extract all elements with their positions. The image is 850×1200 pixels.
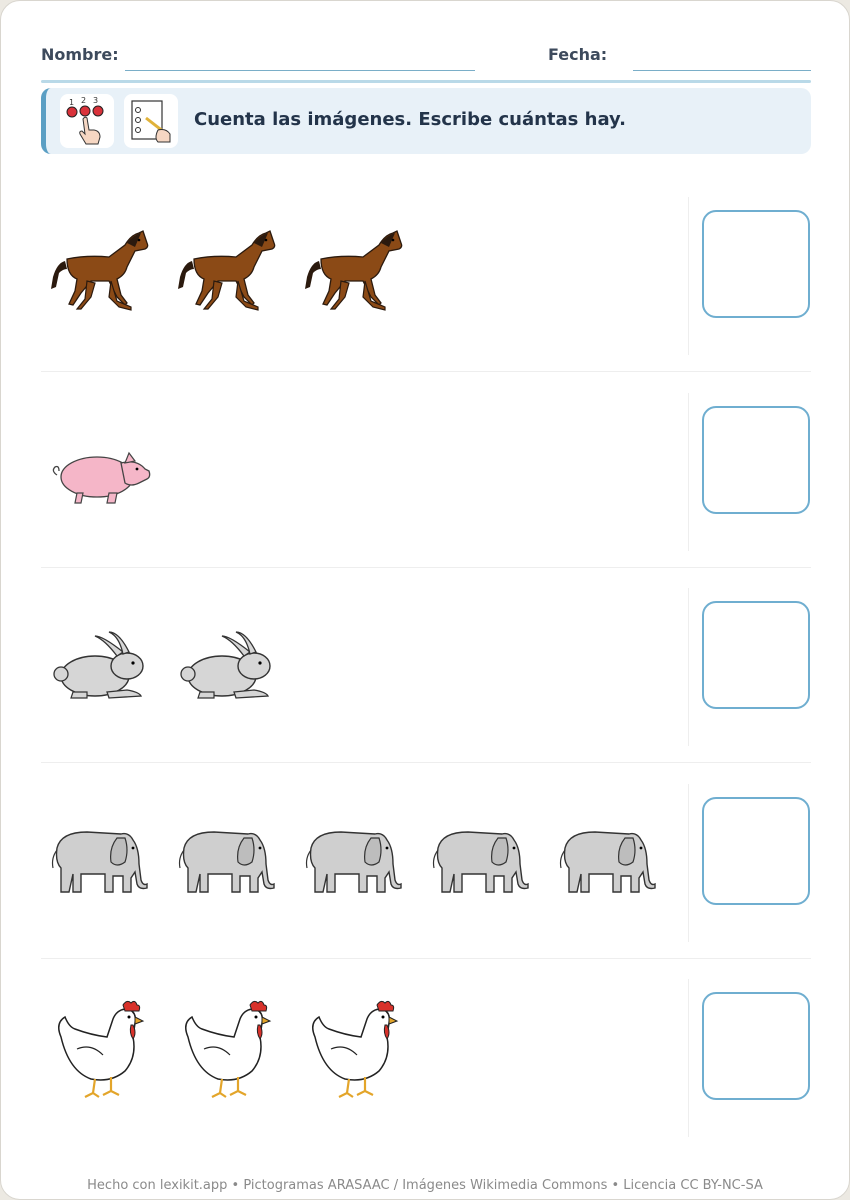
- count-pictogram-icon: 1 2 3: [60, 94, 114, 148]
- exercise-row: [41, 177, 811, 372]
- chicken-picture: [301, 997, 409, 1098]
- pig-picture: [47, 417, 155, 517]
- row-column-divider: [688, 783, 689, 942]
- date-label: Fecha:: [548, 45, 608, 64]
- elephant-picture: [47, 808, 155, 908]
- header-fields: Nombre: Fecha:: [41, 45, 811, 73]
- instruction-text: Cuenta las imágenes. Escribe cuántas hay…: [194, 109, 626, 130]
- name-label: Nombre:: [41, 45, 119, 64]
- answer-box[interactable]: [702, 601, 810, 709]
- exercise-row: [41, 373, 811, 568]
- name-field[interactable]: [125, 70, 475, 71]
- row-column-divider: [688, 979, 689, 1137]
- worksheet-page: Nombre: Fecha: 1 2 3 Cuenta las imágenes…: [0, 0, 850, 1200]
- header-divider: [41, 80, 811, 83]
- row-column-divider: [688, 392, 689, 551]
- footer-credits: Hecho con lexikit.app • Pictogramas ARAS…: [87, 1178, 763, 1193]
- exercise-row: [41, 959, 811, 1154]
- row-column-divider: [688, 197, 689, 355]
- row-column-divider: [688, 588, 689, 746]
- answer-box[interactable]: [702, 796, 810, 905]
- exercise-row: [41, 568, 811, 763]
- chicken-picture: [174, 997, 282, 1098]
- svg-text:1: 1: [69, 98, 74, 107]
- answer-box[interactable]: [702, 992, 810, 1100]
- rabbit-picture: [47, 612, 155, 712]
- horse-picture: [174, 221, 282, 321]
- rabbit-picture: [174, 612, 282, 712]
- horse-picture: [301, 221, 409, 321]
- instruction-banner: 1 2 3 Cuenta las imágenes. Escribe cuánt…: [41, 88, 811, 154]
- exercise-row: [41, 764, 811, 959]
- write-pictogram-icon: [124, 94, 178, 148]
- date-field[interactable]: [633, 70, 811, 71]
- chicken-picture: [47, 997, 155, 1098]
- elephant-picture: [428, 808, 536, 908]
- svg-text:2: 2: [81, 96, 86, 105]
- answer-box[interactable]: [702, 210, 810, 318]
- elephant-picture: [174, 808, 282, 908]
- svg-text:3: 3: [93, 96, 98, 105]
- horse-picture: [47, 221, 155, 321]
- answer-box[interactable]: [702, 405, 810, 514]
- elephant-picture: [301, 808, 409, 908]
- elephant-picture: [555, 808, 663, 908]
